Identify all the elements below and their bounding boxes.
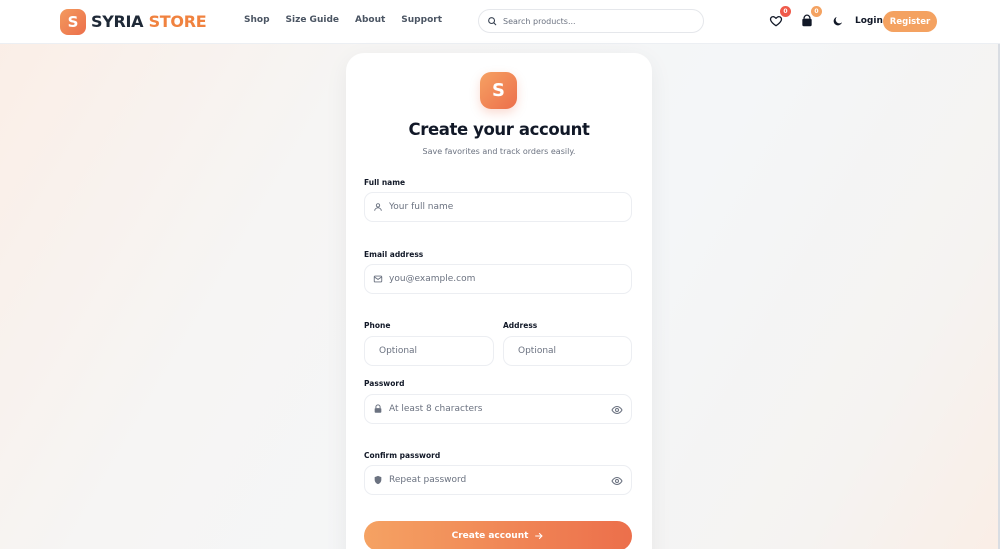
wishlist-button[interactable]: 0 [767,6,791,30]
nav-shop[interactable]: Shop [244,15,270,25]
login-link[interactable]: Login [855,16,883,26]
password-field [364,394,632,424]
card-logo-icon: S [480,72,517,109]
lock-icon [374,404,382,413]
theme-toggle-button[interactable] [829,12,847,30]
eye-icon[interactable] [611,475,623,487]
email-input[interactable] [389,274,631,284]
brand-word-syria: SYRIA [91,12,144,31]
cart-button[interactable]: 0 [798,6,822,30]
cart-count-badge: 0 [811,6,822,17]
brand-mark-icon: S [60,8,86,35]
wishlist-count-badge: 0 [780,6,791,17]
heart-icon [769,15,783,27]
register-card: S Create your account Save favorites and… [346,53,652,549]
full-name-input[interactable] [389,202,631,212]
search-icon [488,17,497,26]
password-input[interactable] [389,404,631,414]
confirm-password-input[interactable] [389,475,631,485]
address-field [503,336,638,366]
create-account-label: Create account [451,531,529,541]
email-label: Email address [364,250,424,259]
brand-word-store: STORE [148,12,207,31]
eye-icon[interactable] [611,404,623,416]
create-account-button[interactable]: Create account [364,521,632,549]
shield-icon [374,475,382,485]
search-bar [478,9,704,33]
nav-about[interactable]: About [355,15,385,25]
email-field [364,264,632,294]
phone-field [364,336,499,366]
user-icon [374,203,382,211]
brand-logo[interactable]: S SYRIA STORE [60,8,207,35]
nav-support[interactable]: Support [401,15,442,25]
confirm-password-field [364,465,632,495]
password-label: Password [364,379,405,388]
bag-icon [802,14,812,27]
page-subtitle: Save favorites and track orders easily. [422,147,576,156]
arrow-right-icon [535,532,543,540]
address-input[interactable] [518,346,638,356]
register-button[interactable]: Register [883,11,937,32]
phone-label: Phone [364,321,391,330]
full-name-field [364,192,632,222]
nav-size-guide[interactable]: Size Guide [286,15,339,25]
moon-icon [833,17,842,26]
full-name-label: Full name [364,178,406,187]
mail-icon [373,275,383,283]
top-navbar: S SYRIA STORE Shop Size Guide About Supp… [0,0,1000,44]
confirm-password-label: Confirm password [364,451,441,460]
brand-name: SYRIA STORE [91,12,207,31]
page-title: Create your account [408,120,590,139]
address-label: Address [503,321,538,330]
phone-input[interactable] [379,346,499,356]
main-nav: Shop Size Guide About Support [244,15,458,25]
search-input[interactable] [503,16,683,26]
